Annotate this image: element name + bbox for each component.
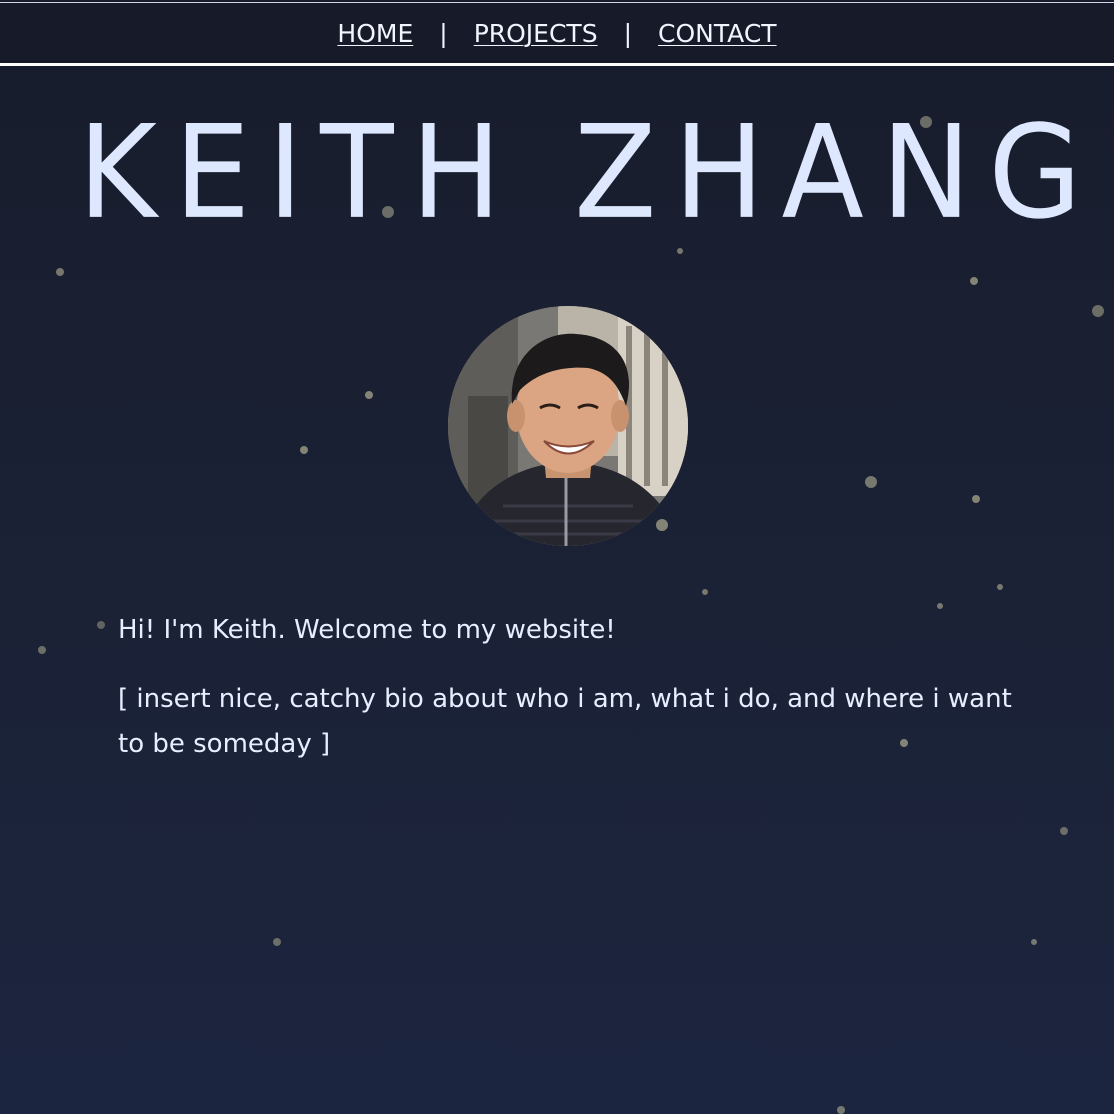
star	[1092, 305, 1104, 317]
nav-home-link[interactable]: HOME	[337, 19, 413, 48]
profile-photo-illustration	[448, 306, 688, 546]
nav-separator: |	[623, 18, 633, 48]
nav-contact-link[interactable]: CONTACT	[658, 19, 777, 48]
nav-projects-link[interactable]: PROJECTS	[474, 19, 598, 48]
star	[56, 268, 64, 276]
bio-greeting: Hi! I'm Keith. Welcome to my website!	[118, 615, 616, 645]
page-title: KEITH ZHANG	[77, 98, 1099, 249]
star	[970, 277, 978, 285]
nav-separator: |	[439, 18, 448, 48]
star	[365, 391, 373, 399]
star	[702, 589, 708, 595]
star	[837, 1106, 845, 1114]
star	[677, 248, 683, 254]
bio-section: Hi! I'm Keith. Welcome to my website! [ …	[118, 608, 1038, 767]
star	[1060, 827, 1068, 835]
star	[97, 621, 105, 629]
star	[656, 519, 668, 531]
star	[972, 495, 980, 503]
profile-photo	[448, 306, 688, 546]
bio-text: [ insert nice, catchy bio about who i am…	[118, 684, 1012, 759]
top-nav: HOME | PROJECTS | CONTACT	[0, 2, 1114, 66]
star	[300, 446, 308, 454]
star	[997, 584, 1003, 590]
star	[273, 938, 281, 946]
star	[865, 476, 877, 488]
star	[38, 646, 46, 654]
star	[1031, 939, 1037, 945]
